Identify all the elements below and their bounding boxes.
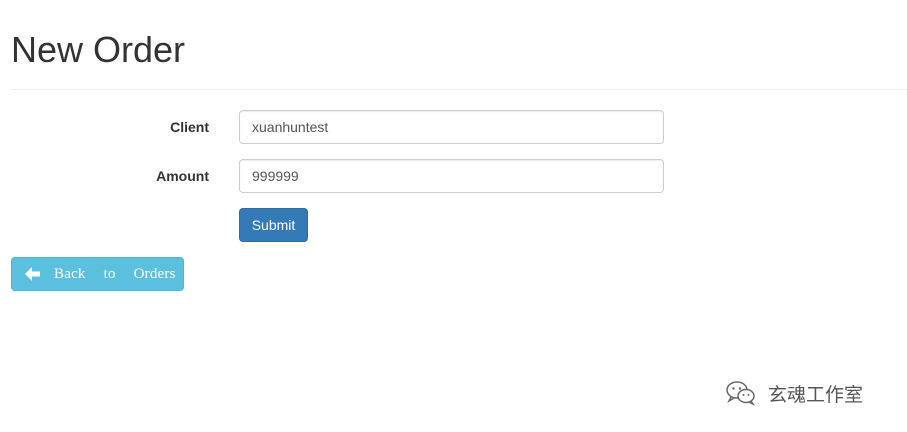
watermark-text: 玄魂工作室 [768, 383, 864, 406]
back-to-orders-label: Back to Orders [54, 266, 176, 282]
amount-input[interactable] [239, 159, 664, 193]
watermark: 玄魂工作室 [726, 378, 863, 408]
back-to-orders-button[interactable]: Back to Orders [11, 257, 184, 291]
amount-label: Amount [156, 168, 209, 184]
title-divider [11, 89, 907, 90]
client-input[interactable] [239, 110, 664, 144]
wechat-icon [726, 381, 756, 406]
client-label: Client [170, 119, 209, 135]
arrow-left-icon [25, 267, 40, 281]
page-title: New Order [11, 29, 186, 70]
client-form-group: Client [0, 110, 907, 144]
amount-form-group: Amount [0, 159, 907, 193]
page: New Order Client Amount Submit Back to O… [0, 0, 907, 432]
submit-button[interactable]: Submit [239, 208, 308, 242]
